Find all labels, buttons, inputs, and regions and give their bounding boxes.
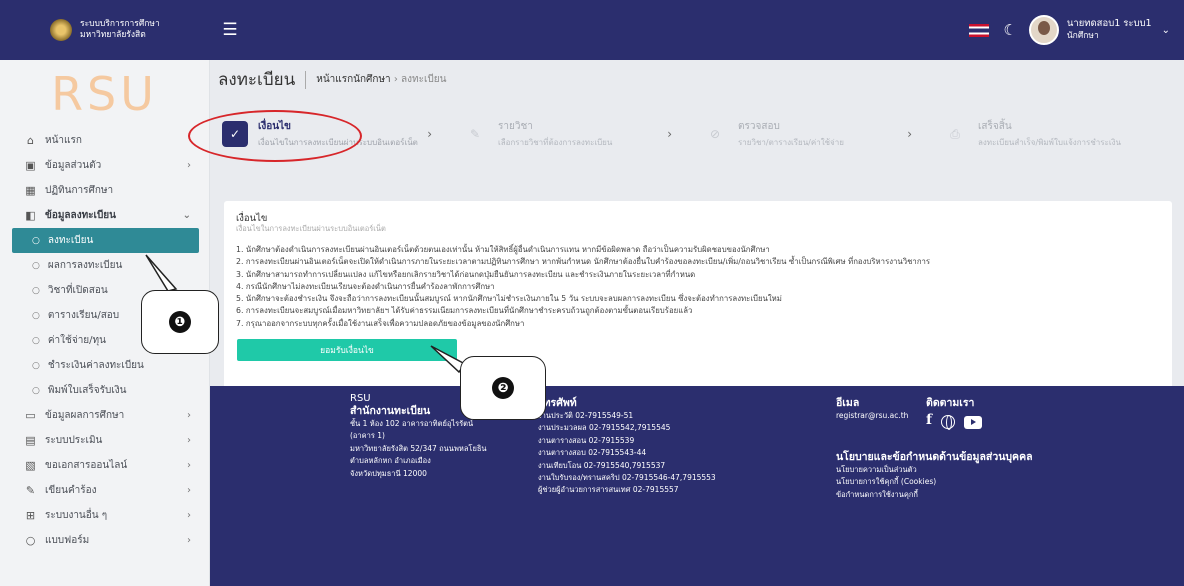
sidebar-item-registration-info[interactable]: ◧ ข้อมูลลงทะเบียน ⌄: [0, 203, 209, 228]
chevron-right-icon: ›: [187, 160, 191, 171]
circle-icon: ○: [32, 385, 40, 396]
list-item: 6. การลงทะเบียนจะสมบูรณ์เมื่อมหาวิทยาลัย…: [236, 306, 693, 316]
list-item: 3. นักศึกษาสามารถทำการเปลี่ยนแปลง แก้ไขห…: [236, 269, 696, 279]
sidebar-item-evaluation[interactable]: ▤ ระบบประเมิน ›: [0, 428, 209, 453]
university-seal-icon: [50, 19, 72, 41]
circle-icon: ○: [32, 235, 40, 246]
footer: RSU สำนักงานทะเบียน ชั้น 1 ห้อง 102 อาคา…: [210, 386, 1184, 586]
circle-icon: ○: [32, 335, 40, 346]
chevron-down-icon[interactable]: ⌄: [1162, 25, 1170, 36]
chevron-right-icon: ›: [187, 460, 191, 471]
grid-icon: ⊞: [25, 509, 36, 522]
user-info[interactable]: นายทดสอบ1 ระบบ1 นักศึกษา: [1067, 18, 1152, 42]
chevron-right-icon: ›: [187, 435, 191, 446]
sidebar-item-print-receipt[interactable]: ○ พิมพ์ใบเสร็จรับเงิน: [0, 378, 209, 403]
sidebar-item-documents[interactable]: ▧ ขอเอกสารออนไลน์ ›: [0, 453, 209, 478]
footer-phone-title: โทรศัพท์: [538, 397, 577, 409]
print-icon: ⎙: [950, 126, 960, 141]
list-item: 5. นักศึกษาจะต้องชำระเงิน จึงจะถือว่าการ…: [236, 294, 782, 304]
footer-phones: โทรศัพท์ งานประวัติ 02-7915549-51 งานประ…: [538, 396, 798, 497]
circle-icon: ○: [25, 534, 36, 547]
circle-icon: ○: [32, 310, 40, 321]
policy-link[interactable]: ข้อกำหนดการใช้งานคุกกี้: [836, 489, 1066, 501]
card-subheading: เงื่อนไขในการลงทะเบียนผ่านระบบอินเตอร์เน…: [236, 224, 386, 233]
sidebar-item-petition[interactable]: ✎ เขียนคำร้อง ›: [0, 478, 209, 503]
circle-icon: ○: [32, 360, 40, 371]
home-icon: ⌂: [27, 134, 34, 147]
chevron-right-icon: ›: [187, 485, 191, 496]
registration-steps: ✓ เงื่อนไข เงื่อนไขในการลงทะเบียนผ่านระบ…: [222, 114, 1184, 154]
dark-mode-icon[interactable]: ☾: [1003, 21, 1016, 39]
chevron-right-icon: ›: [187, 410, 191, 421]
chevron-right-icon: ›: [187, 535, 191, 546]
policy-link[interactable]: นโยบายการใช้คุกกี้ (Cookies): [836, 476, 1066, 488]
youtube-icon[interactable]: [964, 416, 983, 429]
step-finish[interactable]: ⎙ เสร็จสิ้น ลงทะเบียนสำเร็จ/พิมพ์ใบแจ้งก…: [942, 119, 1182, 149]
brand-line2: มหาวิทยาลัยรังสิต: [80, 30, 146, 40]
sidebar-item-other-systems[interactable]: ⊞ ระบบงานอื่น ๆ ›: [0, 503, 209, 528]
list-item: 7. กรุณาออกจากระบบทุกครั้งเมื่อใช้งานเสร…: [236, 318, 525, 328]
footer-email-title: อีเมล: [836, 397, 860, 409]
sidebar-item-forms[interactable]: ○ แบบฟอร์ม ›: [0, 528, 209, 553]
step-review[interactable]: ⊘ ตรวจสอบ รายวิชา/ตารางเรียน/ค่าใช้จ่าย …: [702, 119, 942, 149]
pencil-icon: ✎: [469, 127, 481, 141]
check-circle-icon: ⊘: [709, 127, 721, 141]
chevron-right-icon: ›: [187, 510, 191, 521]
list-item: 1. นักศึกษาต้องดำเนินการลงทะเบียนผ่านอิน…: [236, 245, 770, 254]
menu-toggle-icon[interactable]: ☰: [218, 20, 242, 40]
user-name: นายทดสอบ1 ระบบ1: [1066, 18, 1152, 29]
chevron-right-icon: ›: [427, 127, 432, 141]
rsu-logo: RSU: [51, 67, 158, 121]
footer-follow-title: ติดตามเรา: [926, 397, 975, 409]
monitor-icon: ▭: [25, 409, 36, 422]
register-icon: ◧: [25, 209, 36, 222]
breadcrumb: หน้าแรกนักศึกษา › ลงทะเบียน: [316, 74, 447, 85]
footer-email: อีเมล registrar@rsu.ac.th: [836, 396, 936, 422]
globe-icon[interactable]: [941, 415, 956, 430]
facebook-icon[interactable]: f: [926, 413, 932, 429]
footer-policy-title: นโยบายและข้อกำหนดด้านข้อมูลส่วนบุคคล: [836, 451, 1033, 463]
language-flag-icon[interactable]: [969, 23, 990, 37]
accept-conditions-button[interactable]: ยอมรับเงื่อนไข: [237, 339, 457, 361]
policy-link[interactable]: นโยบายความเป็นส่วนตัว: [836, 464, 1066, 476]
avatar[interactable]: [1028, 15, 1059, 45]
callout-number: ❷: [492, 377, 514, 399]
list-item: 4. กรณีนักศึกษาไม่ลงทะเบียนเรียนจะต้องดำ…: [236, 281, 495, 291]
page-title: ลงทะเบียน: [218, 70, 296, 90]
calendar-icon: ▦: [25, 184, 36, 197]
page-root: ระบบบริการการศึกษา มหาวิทยาลัยรังสิต ☰ ☾…: [0, 0, 1184, 586]
edit-icon: ✎: [25, 484, 36, 497]
list-item: 2. การลงทะเบียนผ่านอินเตอร์เน็ตจะเปิดให้…: [236, 257, 931, 267]
sidebar-item-home[interactable]: ⌂ หน้าแรก: [0, 128, 209, 153]
callout-2: ❷: [460, 356, 546, 420]
circle-icon: ○: [32, 285, 40, 296]
document-icon: ▧: [25, 459, 36, 472]
brand-line1: ระบบบริการการศึกษา: [80, 19, 160, 29]
step-courses[interactable]: ✎ รายวิชา เลือกรายวิชาที่ต้องการลงทะเบีย…: [462, 119, 702, 149]
user-role: นักศึกษา: [1066, 31, 1099, 41]
chevron-right-icon: ›: [667, 127, 672, 141]
footer-policy: นโยบายและข้อกำหนดด้านข้อมูลส่วนบุคคล นโย…: [836, 450, 1066, 501]
conditions-list: 1. นักศึกษาต้องดำเนินการลงทะเบียนผ่านอิน…: [236, 244, 930, 330]
footer-follow: ติดตามเรา f: [926, 396, 1036, 430]
highlight-ellipse: [188, 110, 362, 162]
callout-1: ❶: [141, 290, 219, 354]
circle-icon: ○: [32, 260, 40, 271]
top-bar: ระบบบริการการศึกษา มหาวิทยาลัยรังสิต ☰ ☾…: [0, 0, 1184, 60]
page-header: ลงทะเบียน หน้าแรกนักศึกษา › ลงทะเบียน: [218, 66, 446, 93]
sidebar-item-profile[interactable]: ▣ ข้อมูลส่วนตัว ›: [0, 153, 209, 178]
chevron-down-icon: ⌄: [182, 210, 191, 221]
chevron-right-icon: ›: [907, 127, 912, 141]
conditions-card: เงื่อนไข เงื่อนไขในการลงทะเบียนผ่านระบบอ…: [224, 201, 1172, 389]
callout-number: ❶: [169, 311, 191, 333]
sidebar-item-calendar[interactable]: ▦ ปฏิทินการศึกษา: [0, 178, 209, 203]
sidebar-item-grades[interactable]: ▭ ข้อมูลผลการศึกษา ›: [0, 403, 209, 428]
breadcrumb-home[interactable]: หน้าแรกนักศึกษา: [316, 74, 390, 85]
breadcrumb-current: ลงทะเบียน: [401, 74, 447, 85]
id-card-icon: ▣: [25, 159, 36, 172]
clipboard-icon: ▤: [25, 434, 36, 447]
footer-email-link[interactable]: registrar@rsu.ac.th: [836, 410, 936, 422]
brand[interactable]: ระบบบริการการศึกษา มหาวิทยาลัยรังสิต: [0, 0, 210, 60]
